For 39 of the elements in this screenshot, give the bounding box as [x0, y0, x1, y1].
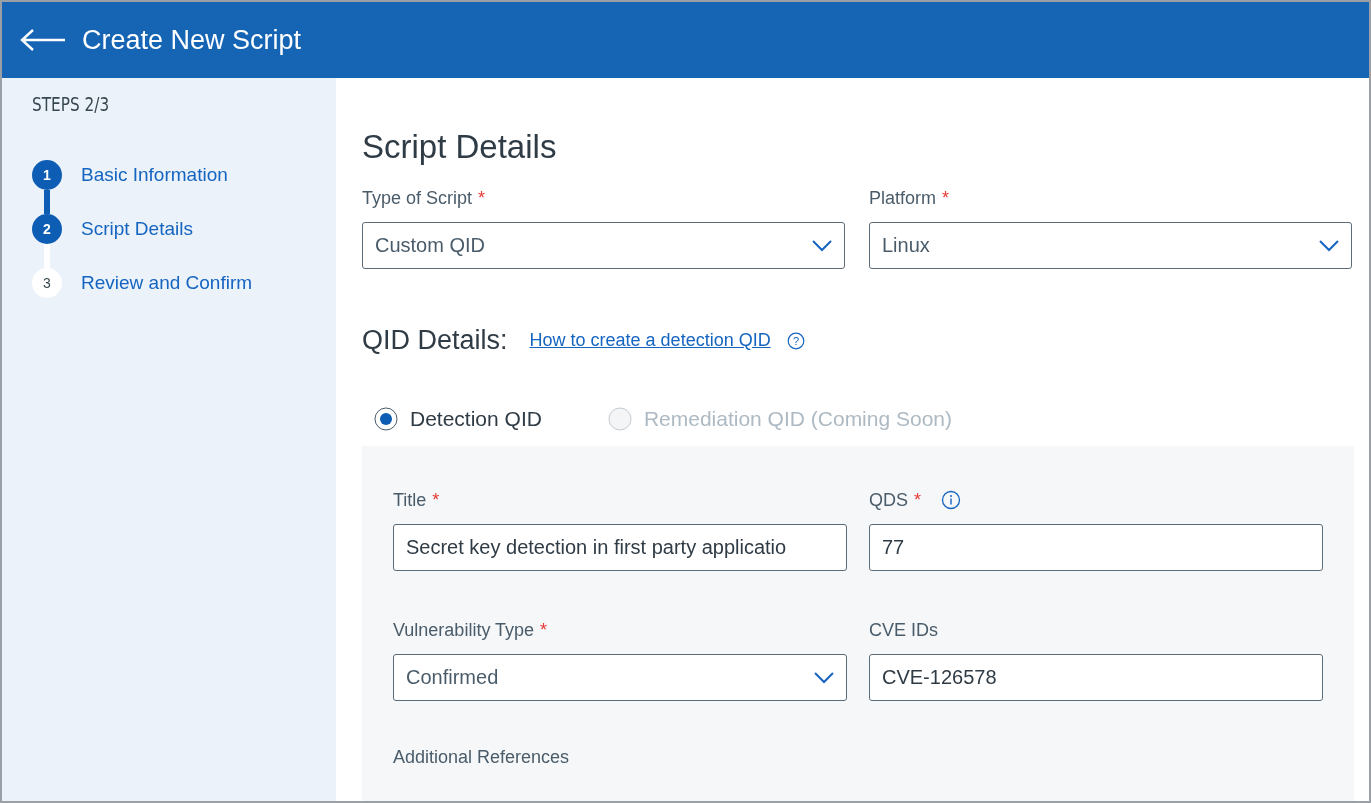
steps-counter: STEPS 2/3 — [32, 92, 110, 116]
field-label: Type of Script — [362, 187, 473, 209]
section-heading: Script Details — [362, 128, 558, 166]
required-mark: * — [914, 489, 922, 511]
info-icon[interactable] — [941, 490, 962, 510]
field-label: Platform — [869, 187, 937, 209]
chevron-down-icon — [1319, 239, 1339, 252]
required-mark: * — [478, 187, 486, 209]
required-mark: * — [432, 489, 440, 511]
required-mark: * — [540, 619, 548, 641]
field-label: Vulnerability Type — [393, 619, 535, 641]
page-title: Create New Script — [82, 24, 302, 56]
step-link[interactable]: Basic Information — [81, 164, 228, 186]
step-number: 1 — [32, 160, 62, 190]
field-label: CVE IDs — [869, 619, 938, 641]
radio-option[interactable]: Detection QID — [374, 407, 542, 431]
input-field[interactable]: Secret key detection in first party applicatio — [393, 524, 847, 571]
input-field[interactable]: CVE-126578 — [869, 654, 1323, 701]
field-label: Additional References — [393, 747, 571, 768]
step-number: 2 — [32, 214, 62, 244]
chevron-down-icon — [814, 671, 834, 684]
dropdown-field[interactable]: Custom QID — [362, 222, 845, 269]
step-connector — [44, 244, 50, 268]
step-link[interactable]: Script Details — [81, 218, 193, 240]
subsection-heading: QID Details: — [362, 325, 508, 356]
dropdown-field[interactable]: Linux — [869, 222, 1352, 269]
chevron-down-icon — [812, 239, 832, 252]
required-mark: * — [942, 187, 950, 209]
back-arrow-icon[interactable] — [20, 28, 66, 52]
help-icon[interactable]: ? — [786, 331, 805, 350]
dropdown-field[interactable]: Confirmed — [393, 654, 847, 701]
step-link[interactable]: Review and Confirm — [81, 272, 253, 294]
input-field[interactable]: 77 — [869, 524, 1323, 571]
radio-icon[interactable] — [374, 407, 398, 431]
step-number: 3 — [32, 268, 62, 298]
step-connector — [44, 190, 50, 214]
field-label: Title — [393, 489, 427, 511]
help-link[interactable]: How to create a detection QID — [529, 330, 771, 351]
field-label: QDS — [869, 489, 908, 511]
